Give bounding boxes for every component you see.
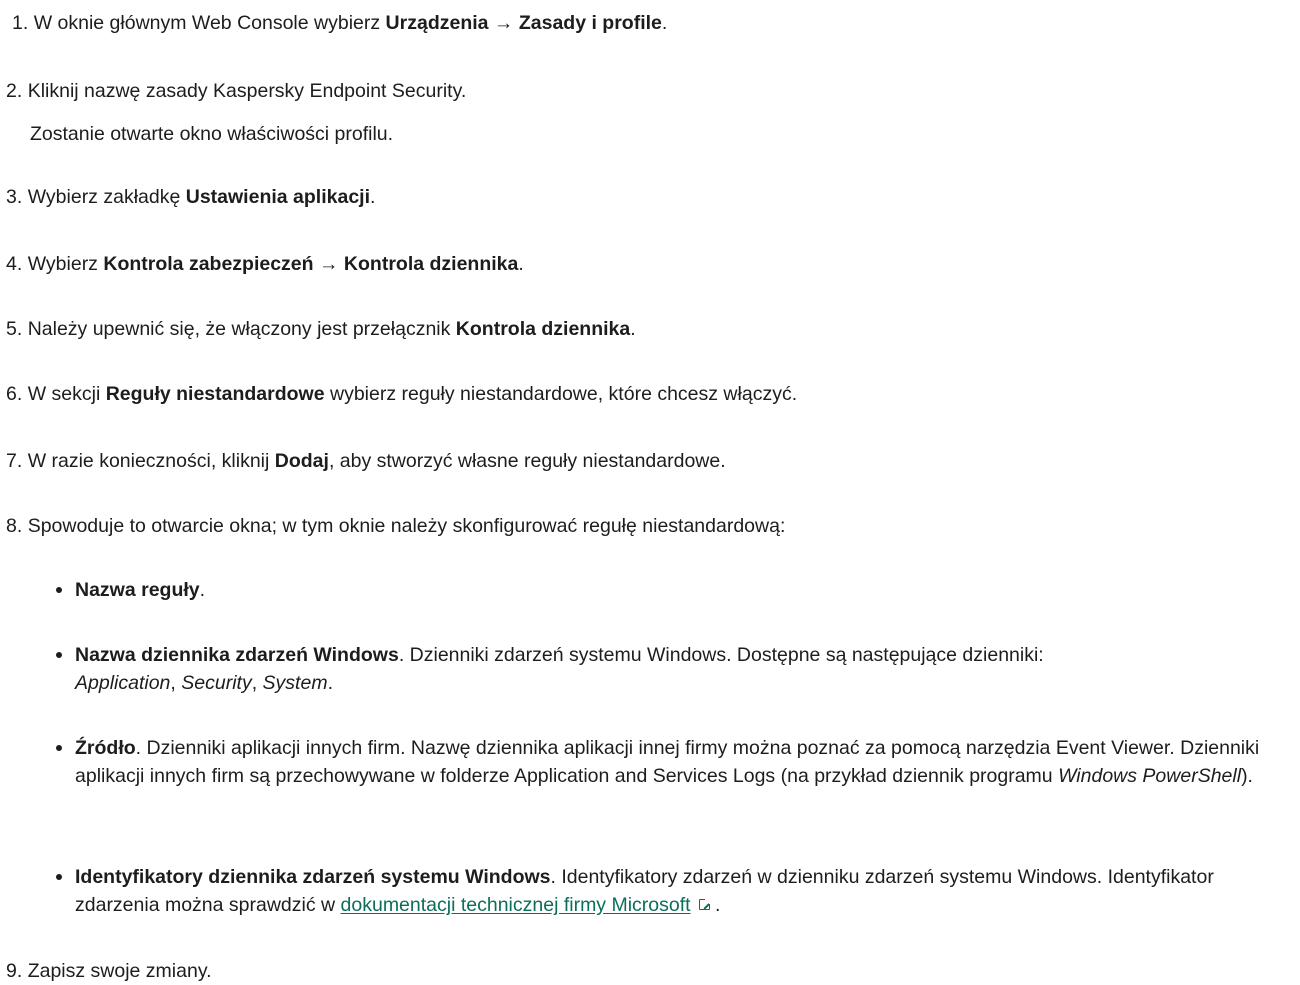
toggle-log-inspection: Kontrola dziennika	[455, 318, 631, 340]
tab-app-settings: Ustawienia aplikacji	[185, 186, 371, 208]
section-custom-rules: Reguły niestandardowe	[105, 383, 325, 405]
add-button-label: Dodaj	[274, 450, 329, 472]
step-8: 8. Spowoduje to otwarcie okna; w tym okn…	[6, 512, 1300, 540]
list-item: Nazwa dziennika zdarzeń Windows. Dzienni…	[56, 641, 1255, 697]
term-event-log-name: Nazwa dziennika zdarzeń Windows	[75, 644, 399, 666]
step-number: 4.	[6, 253, 23, 275]
arrow: →	[313, 253, 344, 275]
term-rule-name: Nazwa reguły	[75, 579, 200, 601]
step-text: Zapisz swoje zmiany.	[27, 960, 212, 982]
step-number: 7.	[6, 450, 23, 472]
step-number: 1.	[12, 12, 29, 34]
step-number: 6.	[6, 383, 23, 405]
log-system: System	[262, 672, 328, 694]
external-link-icon[interactable]	[698, 898, 711, 910]
log-powershell: Windows PowerShell	[1058, 765, 1242, 787]
list-item: Źródło. Dzienniki aplikacji innych firm.…	[56, 734, 1300, 790]
step-number: 2.	[6, 80, 23, 102]
bullet-icon	[56, 874, 62, 880]
step-3: 3. Wybierz zakładkę Ustawienia aplikacji…	[6, 186, 376, 208]
document-body: 1. W oknie głównym Web Console wybierz U…	[0, 0, 1300, 982]
step-text: W oknie głównym Web Console wybierz	[33, 12, 386, 34]
list-item: Identyfikatory dziennika zdarzeń systemu…	[56, 863, 1300, 919]
list-item: Nazwa reguły.	[56, 576, 1300, 604]
ui-path-log-inspection: Kontrola dziennika	[343, 253, 519, 275]
step-1: 1. W oknie głównym Web Console wybierz U…	[12, 12, 668, 34]
step-text: Spowoduje to otwarcie okna; w tym oknie …	[27, 515, 786, 537]
microsoft-docs-link[interactable]: dokumentacji technicznej firmy Microsoft	[341, 894, 691, 916]
step-9: 9. Zapisz swoje zmiany.	[6, 957, 1300, 985]
step-7: 7. W razie konieczności, kliknij Dodaj, …	[6, 450, 726, 472]
step-4: 4. Wybierz Kontrola zabezpieczeń → Kontr…	[6, 253, 524, 275]
arrow: →	[488, 12, 519, 34]
step-number: 5.	[6, 318, 23, 340]
step-number: 9.	[6, 960, 23, 982]
ui-path-devices: Urządzenia	[385, 12, 489, 34]
bullet-icon	[56, 745, 62, 751]
step-2-note: Zostanie otwarte okno właściwości profil…	[30, 123, 394, 145]
bullet-icon	[56, 652, 62, 658]
step-2: 2. Kliknij nazwę zasady Kaspersky Endpoi…	[6, 77, 1300, 105]
step-5: 5. Należy upewnić się, że włączony jest …	[6, 318, 636, 340]
log-application: Application	[75, 672, 171, 694]
step-text: Kliknij nazwę zasady Kaspersky Endpoint …	[27, 80, 467, 102]
log-security: Security	[181, 672, 252, 694]
step-number: 8.	[6, 515, 23, 537]
term-source: Źródło	[75, 737, 136, 759]
step-6: 6. W sekcji Reguły niestandardowe wybier…	[6, 383, 798, 405]
term-event-ids: Identyfikatory dziennika zdarzeń systemu…	[75, 866, 551, 888]
bullet-icon	[56, 587, 62, 593]
step-number: 3.	[6, 186, 23, 208]
ui-path-security-control: Kontrola zabezpieczeń	[103, 253, 314, 275]
ui-path-policies: Zasady i profile	[518, 12, 662, 34]
